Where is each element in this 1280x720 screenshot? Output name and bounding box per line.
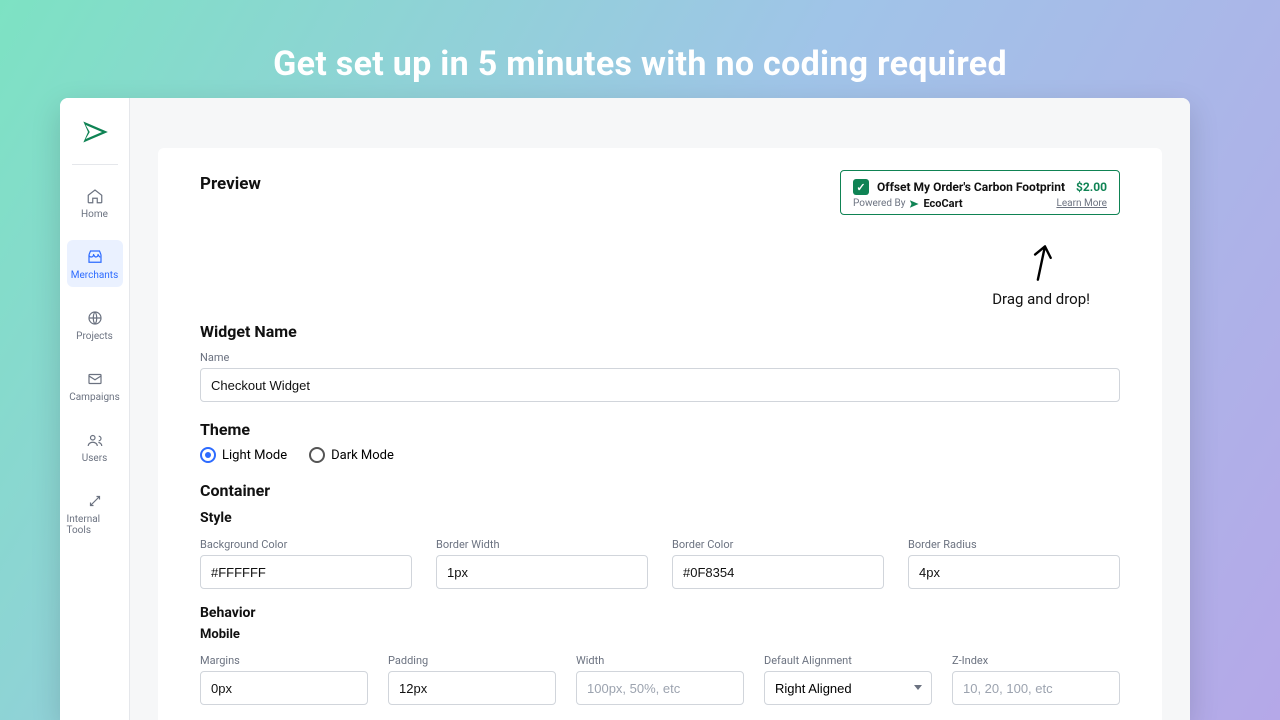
sidebar-item-label: Internal Tools [67,514,123,536]
width-input[interactable] [576,671,744,705]
preview-widget[interactable]: ✓ Offset My Order's Carbon Footprint $2.… [840,170,1120,215]
sidebar: Home Merchants Projects Campaigns Users … [60,98,130,720]
checkbox-icon[interactable]: ✓ [853,179,869,195]
border-color-label: Border Color [672,538,884,551]
name-label: Name [200,351,1120,364]
drag-drop-annotation: Drag and drop! [992,244,1090,308]
sidebar-item-label: Merchants [71,270,118,281]
behavior-subheading: Behavior [200,605,1120,621]
globe-icon [86,309,104,327]
padding-input[interactable] [388,671,556,705]
page-card: Preview ✓ Offset My Order's Carbon Footp… [158,148,1162,720]
sidebar-item-label: Home [81,209,108,220]
sidebar-item-home[interactable]: Home [67,179,123,226]
border-width-input[interactable] [436,555,648,589]
radio-label: Dark Mode [331,448,394,463]
bg-color-input[interactable] [200,555,412,589]
sidebar-item-label: Projects [76,331,113,342]
theme-light-radio[interactable]: Light Mode [200,447,287,463]
theme-dark-radio[interactable]: Dark Mode [309,447,394,463]
topbar [130,98,1190,148]
sidebar-item-label: Campaigns [69,392,120,403]
margins-input[interactable] [200,671,368,705]
powered-by: Powered By EcoCart [853,197,963,210]
brand-name: EcoCart [923,197,962,210]
widget-name-input[interactable] [200,368,1120,402]
zindex-label: Z-Index [952,654,1120,667]
app-logo [71,108,119,156]
margins-label: Margins [200,654,368,667]
style-subheading: Style [200,510,1120,526]
container-heading: Container [200,481,1120,500]
border-color-input[interactable] [672,555,884,589]
radio-dot-icon [200,447,216,463]
alignment-label: Default Alignment [764,654,932,667]
border-width-label: Border Width [436,538,648,551]
users-icon [86,431,104,449]
hero-headline: Get set up in 5 minutes with no coding r… [0,0,1280,114]
home-icon [86,187,104,205]
sidebar-item-users[interactable]: Users [67,423,123,470]
sidebar-item-campaigns[interactable]: Campaigns [67,362,123,409]
sidebar-item-label: Users [82,453,108,464]
theme-heading: Theme [200,420,1120,439]
border-radius-input[interactable] [908,555,1120,589]
content-area: Preview ✓ Offset My Order's Carbon Footp… [130,98,1190,720]
tools-icon [86,492,104,510]
widget-name-heading: Widget Name [200,322,1120,341]
radio-label: Light Mode [222,448,287,463]
powered-by-prefix: Powered By [853,198,905,209]
sidebar-item-internal-tools[interactable]: Internal Tools [67,484,123,542]
paper-plane-icon [81,118,109,146]
mobile-subheading: Mobile [200,627,1120,642]
paper-plane-icon [909,199,919,209]
mail-icon [86,370,104,388]
preview-widget-title: Offset My Order's Carbon Footprint [877,180,1065,194]
zindex-input[interactable] [952,671,1120,705]
alignment-select[interactable]: Right Aligned [764,671,932,705]
preview-widget-price: $2.00 [1076,180,1107,194]
sidebar-item-projects[interactable]: Projects [67,301,123,348]
arrow-icon [1027,244,1055,286]
radio-dot-icon [309,447,325,463]
sidebar-divider [72,164,118,165]
annotation-text: Drag and drop! [992,290,1090,308]
sidebar-item-merchants[interactable]: Merchants [67,240,123,287]
padding-label: Padding [388,654,556,667]
bg-color-label: Background Color [200,538,412,551]
app-window: Home Merchants Projects Campaigns Users … [60,98,1190,720]
border-radius-label: Border Radius [908,538,1120,551]
width-label: Width [576,654,744,667]
learn-more-link[interactable]: Learn More [1056,198,1107,209]
storefront-icon [86,248,104,266]
